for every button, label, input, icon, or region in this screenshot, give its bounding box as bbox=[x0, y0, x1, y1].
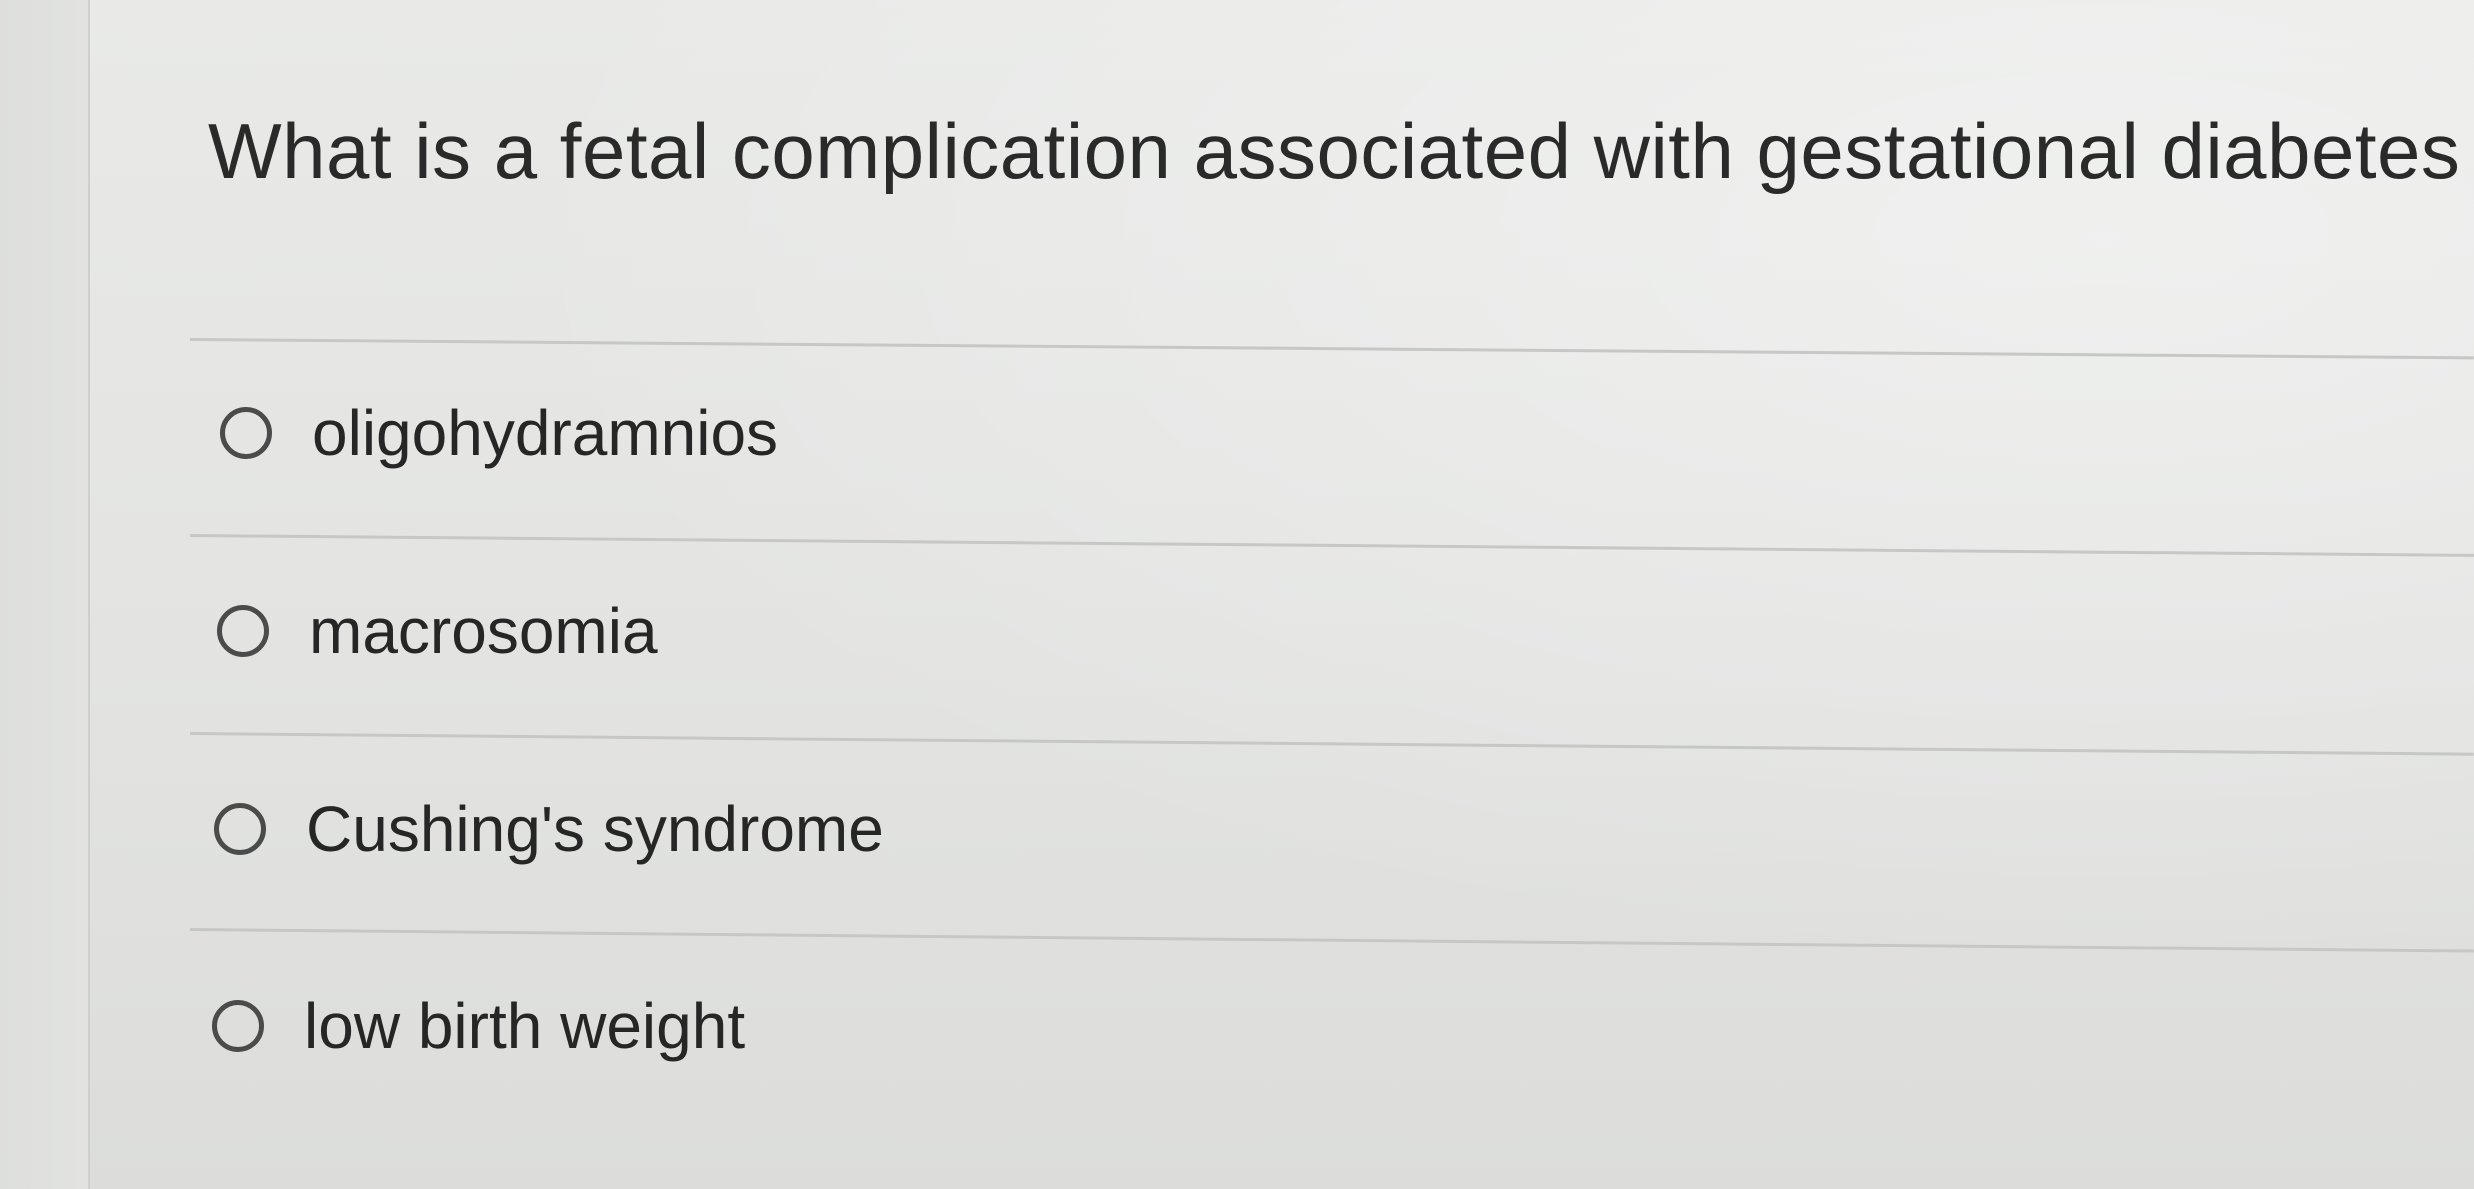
divider bbox=[189, 338, 2474, 360]
answer-option-label: oligohydramnios bbox=[312, 397, 779, 469]
divider bbox=[189, 534, 2474, 557]
answer-option-macrosomia[interactable]: macrosomia bbox=[217, 586, 658, 676]
radio-unselected-icon[interactable] bbox=[220, 407, 272, 459]
answer-option-label: Cushing's syndrome bbox=[306, 793, 884, 865]
question-panel: What is a fetal complication associated … bbox=[90, 0, 2474, 1189]
answer-option-cushings-syndrome[interactable]: Cushing's syndrome bbox=[214, 784, 884, 874]
question-text: What is a fetal complication associated … bbox=[208, 107, 2461, 195]
divider bbox=[189, 732, 2474, 756]
answer-option-label: low birth weight bbox=[304, 990, 746, 1062]
radio-unselected-icon[interactable] bbox=[212, 1000, 264, 1052]
screen-background: What is a fetal complication associated … bbox=[0, 0, 2474, 1189]
answer-option-low-birth-weight[interactable]: low birth weight bbox=[212, 981, 745, 1071]
answer-option-oligohydramnios[interactable]: oligohydramnios bbox=[220, 388, 778, 478]
left-gutter bbox=[0, 0, 90, 1189]
radio-unselected-icon[interactable] bbox=[217, 605, 269, 657]
answer-option-label: macrosomia bbox=[309, 595, 658, 667]
radio-unselected-icon[interactable] bbox=[214, 803, 266, 855]
divider bbox=[189, 928, 2474, 953]
